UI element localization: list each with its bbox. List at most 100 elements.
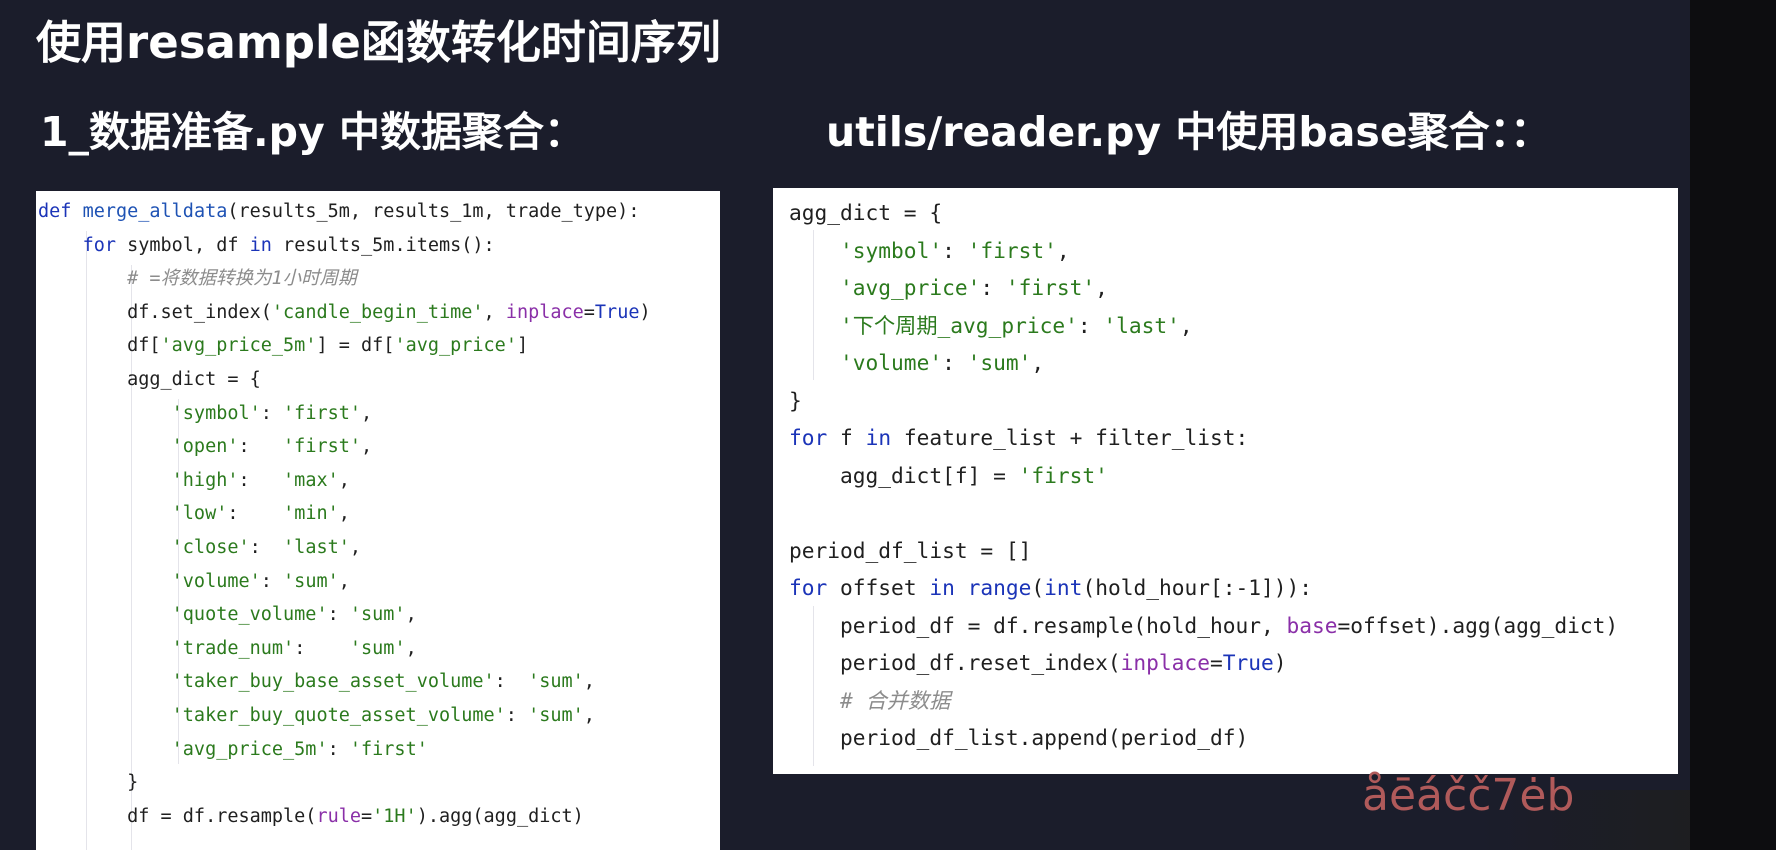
code-token-kw: def xyxy=(38,201,83,222)
code-token-plain: : xyxy=(238,469,284,491)
code-line: period_df_list = [] xyxy=(789,532,1678,570)
code-token-kw: for xyxy=(789,425,828,450)
code-line: period_df = df.resample(hold_hour, base=… xyxy=(789,607,1678,645)
code-token-str: 'first' xyxy=(967,237,1057,263)
code-token-str: 'trade_num' xyxy=(171,637,295,659)
code-token-plain: : xyxy=(238,436,284,458)
code-token-str: 'min' xyxy=(283,503,339,525)
code-token-plain: } xyxy=(38,772,139,794)
code-token-plain: , xyxy=(349,536,362,558)
code-token-plain: , xyxy=(361,402,373,424)
code-token-str: 'symbol' xyxy=(171,402,261,424)
code-token-plain: } xyxy=(789,387,802,413)
code-panel-left: def merge_alldata(results_5m, results_1m… xyxy=(36,191,720,850)
code-token-plain: symbol, df xyxy=(115,234,250,256)
code-token-plain: , xyxy=(361,436,373,458)
code-token-plain: : xyxy=(942,350,968,375)
code-line: period_df.reset_index(inplace=True) xyxy=(789,644,1678,682)
code-line: } xyxy=(789,382,1678,420)
code-token-str: 'open' xyxy=(171,436,239,458)
code-token-plain: =offset).agg(agg_dict) xyxy=(1337,612,1619,638)
code-line: for symbol, df in results_5m.items(): xyxy=(38,229,720,263)
section-heading-left: 1_数据准备.py 中数据聚合： xyxy=(40,108,585,156)
code-token-str: 'avg_price' xyxy=(840,275,981,300)
code-line: 'volume': 'sum', xyxy=(38,565,720,599)
code-token-str: 'sum' xyxy=(349,637,406,659)
code-line: 'low': 'min', xyxy=(38,497,720,531)
code-line: 'volume': 'sum', xyxy=(789,344,1678,382)
watermark-text: åēáčč7ėb xyxy=(1362,770,1575,821)
code-token-plain: period_df_list.append(period_df) xyxy=(789,725,1249,750)
code-token-plain: : xyxy=(494,671,529,693)
code-token-param: inplace xyxy=(1120,650,1210,675)
code-token-plain: f xyxy=(827,425,866,450)
code-token-kw: in xyxy=(249,234,272,256)
code-token-param: inplace xyxy=(505,301,584,323)
code-line: agg_dict = { xyxy=(789,194,1678,232)
code-token-kw: range xyxy=(967,575,1032,600)
code-token-str: 'taker_buy_quote_asset_volume' xyxy=(171,704,506,726)
code-token-str: 'close' xyxy=(171,536,250,558)
code-line: } xyxy=(38,766,720,800)
code-token-plain: df.set_index( xyxy=(38,301,272,323)
code-token-plain: , xyxy=(405,637,417,659)
code-token-plain: : xyxy=(260,402,284,424)
code-token-kw: in xyxy=(929,575,955,600)
code-line: 'quote_volume': 'sum', xyxy=(38,598,720,632)
code-token-plain: , xyxy=(338,570,350,592)
code-token-str: 'symbol' xyxy=(840,237,943,263)
code-line: df = df.resample(rule='1H').agg(agg_dict… xyxy=(38,800,720,834)
code-line: 'trade_num': 'sum', xyxy=(38,632,720,666)
code-line: '下个周期_avg_price': 'last', xyxy=(789,307,1678,345)
code-token-plain: feature_list + filter_list: xyxy=(891,425,1249,450)
code-token-plain: ) xyxy=(639,301,651,323)
code-token-plain: = xyxy=(1209,650,1223,675)
code-token-plain: period_df_list = [] xyxy=(789,537,1032,563)
code-token-plain: : xyxy=(249,536,284,558)
code-line: period_df_list.append(period_df) xyxy=(789,719,1678,757)
code-token-plain: (hold_hour[:-1])): xyxy=(1082,575,1313,600)
code-line: agg_dict[f] = 'first' xyxy=(789,457,1678,495)
code-token-kw: int xyxy=(1044,575,1083,600)
code-token-plain: : xyxy=(942,237,968,263)
code-token-plain: agg_dict[f] = xyxy=(789,462,1019,488)
code-token-const: True xyxy=(594,301,640,323)
code-token-str: 'first' xyxy=(1005,275,1096,300)
code-token-plain: : xyxy=(294,637,350,659)
code-token-str: 'sum' xyxy=(528,671,584,693)
code-token-plain: : xyxy=(327,738,350,760)
code-line: df.set_index('candle_begin_time', inplac… xyxy=(38,296,720,330)
section-heading-right: utils/reader.py 中使用base聚合：： xyxy=(826,108,1552,156)
code-token-plain: , xyxy=(583,704,595,726)
code-token-str: 'last' xyxy=(283,536,350,558)
code-line: 'avg_price': 'first', xyxy=(789,269,1678,307)
code-token-plain: agg_dict = { xyxy=(789,200,943,225)
code-token-plain: : xyxy=(1077,312,1104,338)
code-token-plain: ) xyxy=(1273,650,1287,675)
code-token-plain: period_df = df.resample(hold_hour, xyxy=(789,612,1287,638)
code-token-str: 'last' xyxy=(1103,312,1180,338)
code-token-fn: merge_alldata xyxy=(82,201,228,222)
code-line: # 合并数据 xyxy=(789,682,1678,720)
code-token-str: 'volume' xyxy=(171,570,261,592)
code-line: 'symbol': 'first', xyxy=(789,232,1678,270)
code-panel-right: agg_dict = { 'symbol': 'first', 'avg_pri… xyxy=(773,188,1678,774)
code-token-kw: for xyxy=(789,575,828,600)
code-token-str: '1H' xyxy=(372,805,417,827)
code-token-const: True xyxy=(1222,650,1274,675)
code-line: 'taker_buy_quote_asset_volume': 'sum', xyxy=(38,699,720,733)
code-token-str: 'low' xyxy=(171,503,228,525)
code-token-str: 'taker_buy_base_asset_volume' xyxy=(171,671,495,693)
